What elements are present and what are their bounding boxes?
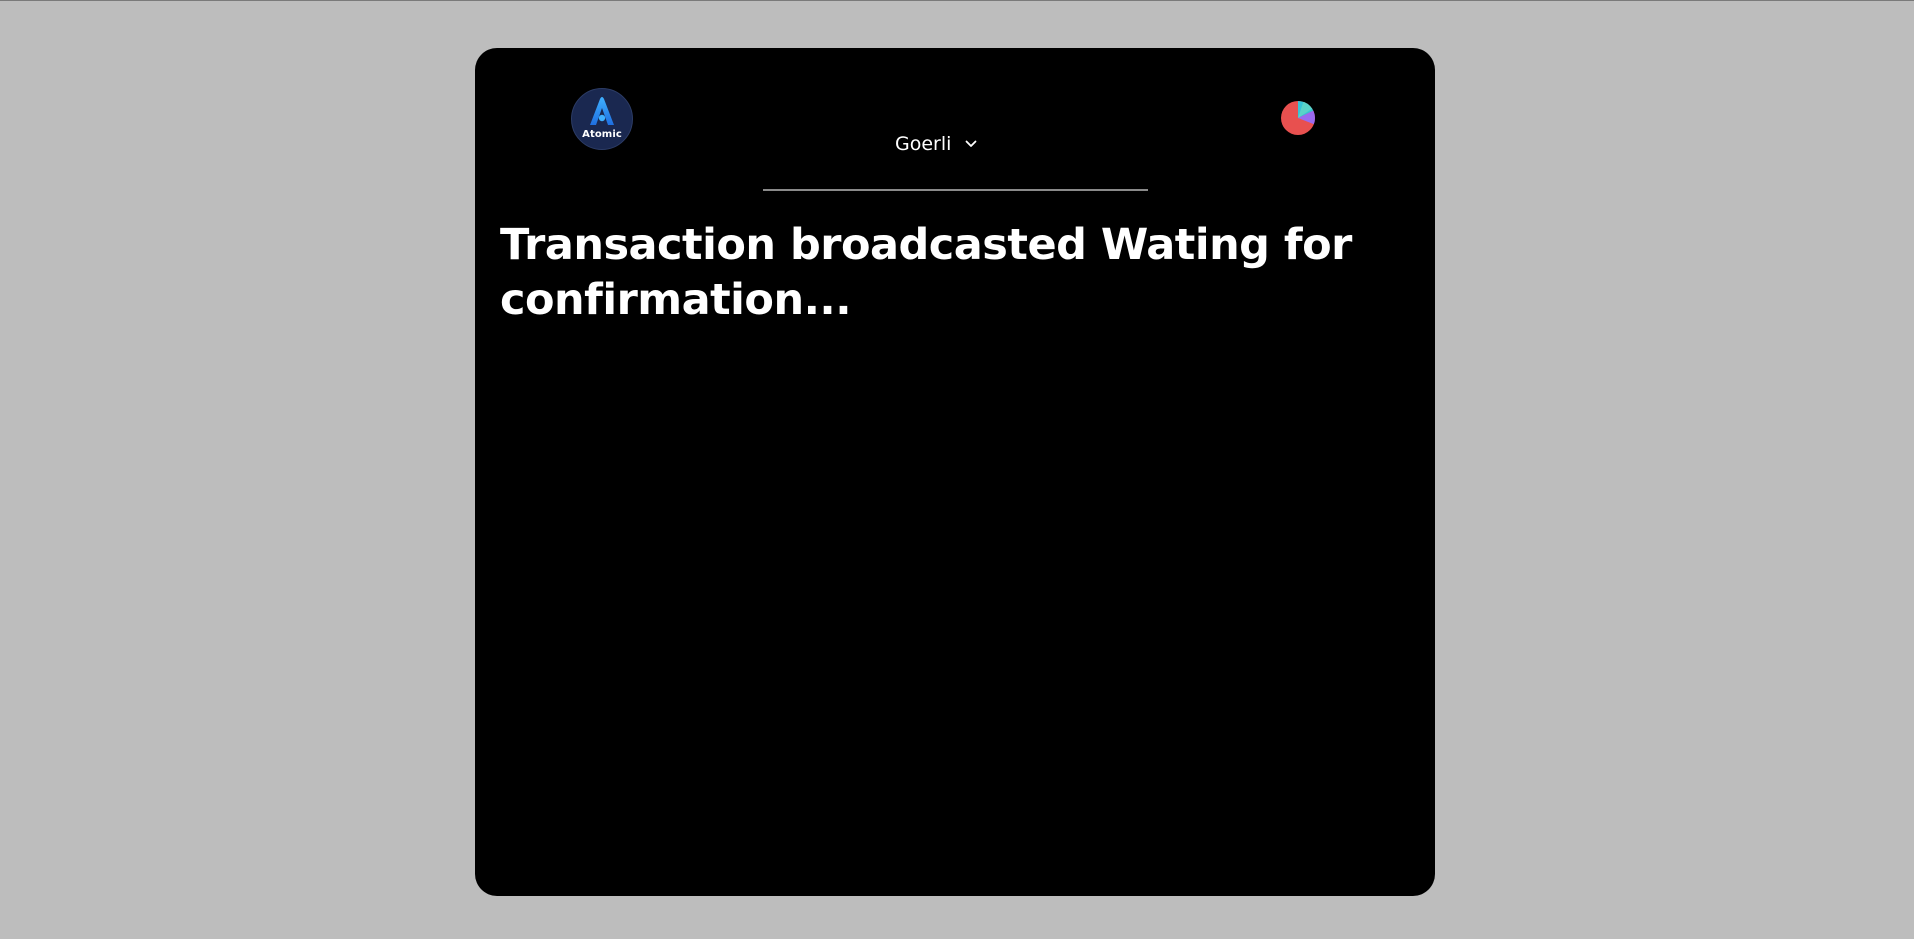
header-divider [763,189,1148,191]
chevron-down-icon [965,140,977,148]
jazzicon-avatar-icon [1281,101,1315,135]
network-selector[interactable]: Goerli [895,133,977,155]
transaction-status-title: Transaction broadcasted Wating for confi… [500,220,1352,325]
atomic-logo[interactable]: Atomic [571,88,633,150]
network-label: Goerli [895,133,952,155]
account-avatar[interactable] [1281,101,1315,135]
atomic-a-icon [590,97,614,125]
wallet-panel: Atomic Goerli Transaction broadcasted Wa… [475,48,1435,896]
logo-text: Atomic [582,129,622,140]
top-border [0,0,1914,1]
